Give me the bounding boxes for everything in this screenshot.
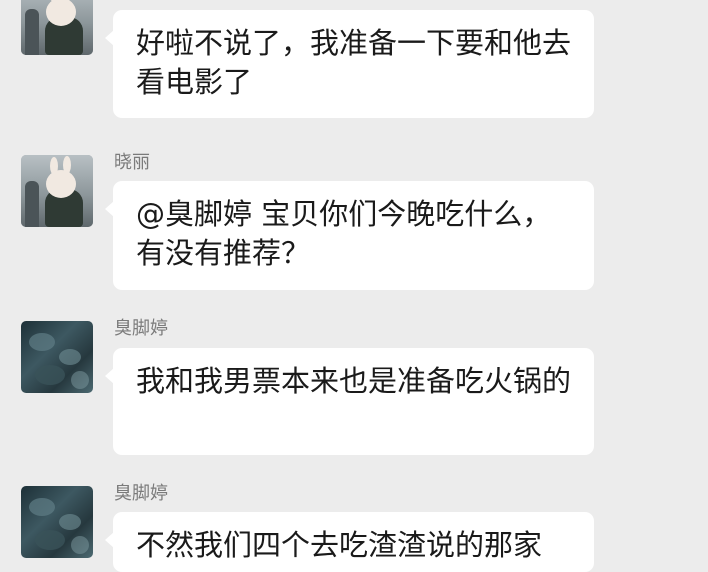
ocean-avatar-icon[interactable] [21, 486, 93, 558]
rabbit-avatar-icon[interactable] [21, 155, 93, 227]
ocean-avatar-icon[interactable] [21, 321, 93, 393]
message-bubble[interactable]: @臭脚婷 宝贝你们今晚吃什么，有没有推荐？ [105, 181, 594, 290]
message-bubble[interactable]: 我和我男票本来也是准备吃火锅的 [105, 348, 594, 455]
sender-name: 晓丽 [114, 152, 150, 173]
message-bubble[interactable]: 不然我们四个去吃渣渣说的那家 [105, 512, 594, 572]
sender-name: 臭脚婷 [114, 483, 168, 504]
rabbit-avatar-icon[interactable] [21, 0, 93, 55]
message-bubble[interactable]: 好啦不说了，我准备一下要和他去看电影了 [105, 10, 594, 118]
sender-name: 臭脚婷 [114, 318, 168, 339]
